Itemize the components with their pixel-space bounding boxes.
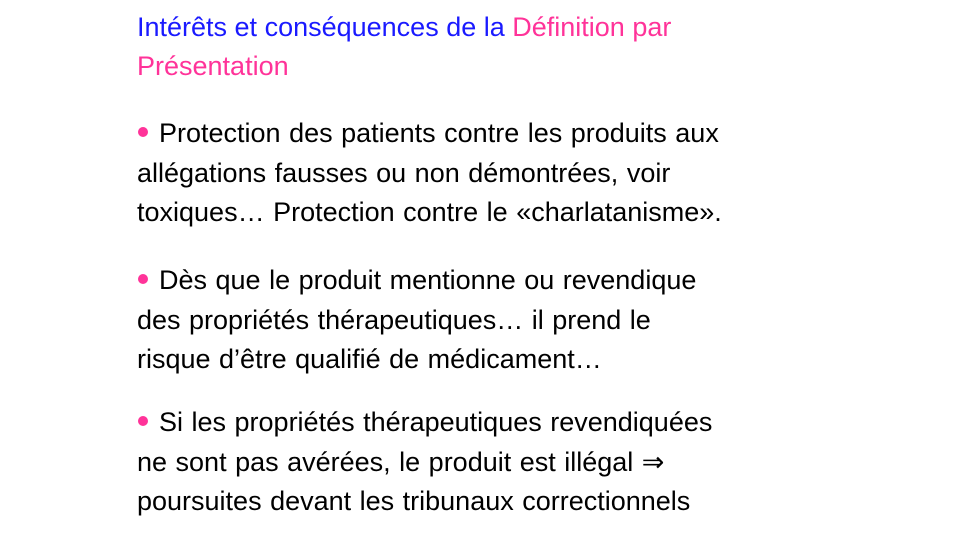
- bullet-line: risque d’être qualifié de médicament…: [137, 344, 602, 374]
- bullet-line: toxiques… Protection contre le «charlata…: [137, 197, 722, 227]
- title-pink-part-line2: Présentation: [137, 51, 289, 81]
- bullet-line: ne sont pas avérées, le produit est illé…: [137, 446, 665, 477]
- bullet-line: Dès que le produit mentionne ou revendiq…: [137, 261, 937, 301]
- bullet-line: des propriétés thérapeutiques… il prend …: [137, 304, 651, 335]
- bullet-dot-icon: [138, 274, 148, 284]
- title-pink-part: Définition par: [512, 12, 672, 42]
- bullet-dot-icon: [138, 127, 148, 137]
- bullet-dot-icon: [138, 416, 148, 426]
- bullet-paragraph: Dès que le produit mentionne ou revendiq…: [137, 261, 937, 380]
- slide: Intérêts et conséquences de la Définitio…: [0, 0, 960, 540]
- bullet-line: poursuites devant les tribunaux correcti…: [137, 486, 691, 516]
- bullet-text: Dès que le produit mentionne ou revendiq…: [159, 265, 697, 295]
- bullet-line: Si les propriétés thérapeutiques revendi…: [137, 403, 937, 443]
- bullet-text: Protection des patients contre les produ…: [159, 118, 719, 148]
- bullet-line: Protection des patients contre les produ…: [137, 114, 937, 154]
- bullet-paragraph: Si les propriétés thérapeutiques revendi…: [137, 403, 937, 522]
- bullet-line: allégations fausses ou non démontrées, v…: [137, 157, 671, 188]
- bullet-paragraph: Protection des patients contre les produ…: [137, 114, 937, 233]
- title-blue-part: Intérêts et conséquences de la: [137, 12, 513, 42]
- slide-title: Intérêts et conséquences de la Définitio…: [137, 8, 917, 86]
- bullet-text: Si les propriétés thérapeutiques revendi…: [159, 407, 713, 437]
